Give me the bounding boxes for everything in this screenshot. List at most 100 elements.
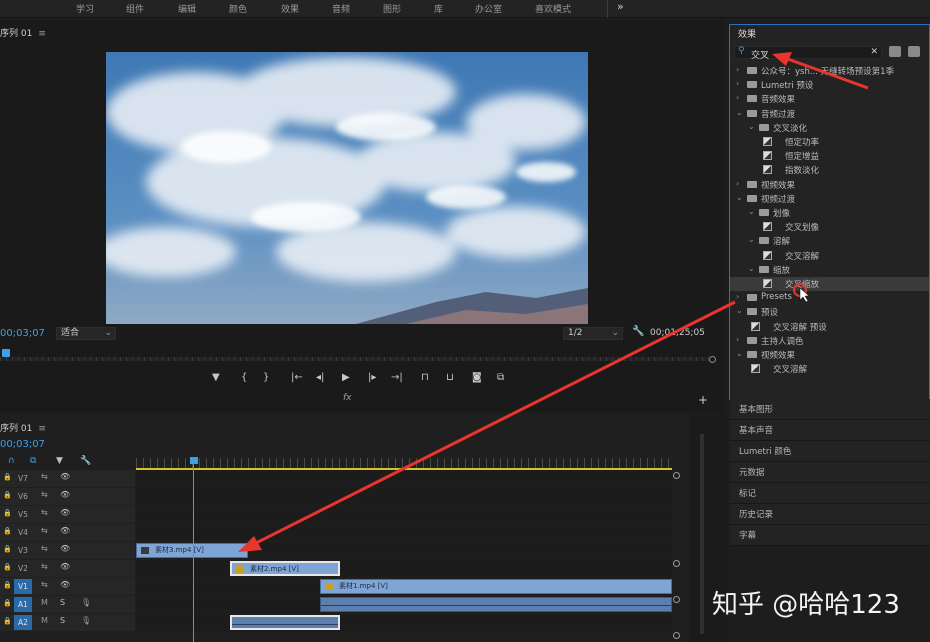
chevron-down-icon[interactable]: ⌄ xyxy=(748,122,755,131)
zoom-fit-select[interactable]: 适合 ⌄ xyxy=(56,327,116,340)
track-lane[interactable]: 素材2.mp4 [V] xyxy=(136,560,672,577)
track-lane[interactable] xyxy=(136,506,672,523)
effect-preset[interactable]: 交叉溶解 xyxy=(730,362,929,376)
chevron-down-icon[interactable]: ⌄ xyxy=(748,207,755,216)
effects-folder[interactable]: › 视频效果 xyxy=(730,178,929,192)
chevron-down-icon[interactable]: ⌄ xyxy=(736,306,743,315)
workspace-tab[interactable]: 喜欢模式 xyxy=(535,2,571,15)
sync-lock-icon[interactable]: ⇆ xyxy=(41,562,48,571)
eye-icon[interactable]: 👁 xyxy=(60,490,70,499)
panel-essential-graphics[interactable]: 基本图形 xyxy=(730,399,930,420)
effects-folder[interactable]: › 音频效果 xyxy=(730,92,929,106)
sync-lock-icon[interactable]: ⇆ xyxy=(41,580,48,589)
track-target[interactable]: V6 xyxy=(14,489,32,504)
workspace-tab[interactable]: 音频 xyxy=(332,2,350,15)
lock-icon[interactable]: 🔒 xyxy=(3,473,12,481)
effects-panel-title[interactable]: 效果 xyxy=(738,27,756,40)
effect-preset[interactable]: 指数淡化 xyxy=(730,163,929,177)
settings-wrench-icon[interactable]: 🔧 xyxy=(632,326,644,337)
track-lane[interactable] xyxy=(136,596,672,613)
eye-icon[interactable]: 👁 xyxy=(60,508,70,517)
chevron-down-icon[interactable]: ⌄ xyxy=(736,193,743,202)
mark-in-icon[interactable]: { xyxy=(241,372,247,383)
add-button[interactable]: + xyxy=(698,393,708,407)
play-icon[interactable]: ▶ xyxy=(342,372,350,383)
solo-button[interactable]: S xyxy=(60,598,65,607)
chevron-right-icon[interactable]: › xyxy=(736,79,739,88)
track-target[interactable]: A1 xyxy=(14,597,32,612)
lock-icon[interactable]: 🔒 xyxy=(3,491,12,499)
monitor-scrubber[interactable] xyxy=(0,347,716,363)
lock-icon[interactable]: 🔒 xyxy=(3,563,12,571)
lock-icon[interactable]: 🔒 xyxy=(3,509,12,517)
microphone-icon[interactable]: 🎙 xyxy=(81,598,91,607)
effects-folder[interactable]: › 主持人调色 xyxy=(730,334,929,348)
scrub-rail[interactable] xyxy=(0,357,710,361)
mark-out-icon[interactable]: } xyxy=(263,372,269,383)
track-lane[interactable] xyxy=(136,488,672,505)
video-clip[interactable]: 素材1.mp4 [V] xyxy=(320,579,672,594)
timeline-timecode[interactable]: 00;03;07 xyxy=(0,439,45,450)
workspace-tab[interactable]: 编辑 xyxy=(178,2,196,15)
track-target[interactable]: A2 xyxy=(14,615,32,630)
effect-preset[interactable]: 恒定功率 xyxy=(730,135,929,149)
panel-essential-sound[interactable]: 基本声音 xyxy=(730,420,930,441)
track-zoom-handle[interactable] xyxy=(673,560,680,567)
effects-folder[interactable]: ⌄ 缩放 xyxy=(730,263,929,277)
workspace-tab[interactable]: 库 xyxy=(434,2,443,15)
lock-icon[interactable]: 🔒 xyxy=(3,545,12,553)
chevron-down-icon[interactable]: ⌄ xyxy=(736,108,743,117)
accelerated-effects-filter-icon[interactable] xyxy=(889,46,901,57)
effects-folder[interactable]: ⌄ 音频过渡 xyxy=(730,107,929,121)
timeline-settings-wrench-icon[interactable]: 🔧 xyxy=(80,456,91,466)
effects-folder[interactable]: › Lumetri 预设 xyxy=(730,78,929,92)
effect-preset[interactable]: 交叉溶解 预设 xyxy=(730,320,929,334)
effect-preset[interactable]: 恒定增益 xyxy=(730,149,929,163)
chevron-down-icon[interactable]: ⌄ xyxy=(736,349,743,358)
extract-icon[interactable]: ⊔ xyxy=(446,372,454,383)
go-to-in-icon[interactable]: |← xyxy=(291,372,303,383)
timeline-playhead-marker[interactable] xyxy=(190,457,198,464)
clear-search-icon[interactable]: ✕ xyxy=(870,47,878,57)
panel-markers[interactable]: 标记 xyxy=(730,483,930,504)
zoom-handle[interactable] xyxy=(709,356,716,363)
linked-selection-icon[interactable]: ⧉ xyxy=(30,456,36,466)
monitor-tab[interactable]: 序列 01 ≡ xyxy=(0,26,46,39)
video-clip[interactable]: 素材3.mp4 [V] xyxy=(136,543,248,558)
effects-folder[interactable]: ⌄ 视频效果 xyxy=(730,348,929,362)
workspace-tab[interactable]: 办公室 xyxy=(475,2,502,15)
export-frame-icon[interactable]: ◙ xyxy=(472,372,482,383)
effects-folder[interactable]: › Presets xyxy=(730,291,929,305)
time-ruler[interactable] xyxy=(136,458,672,470)
snap-icon[interactable]: ∩ xyxy=(8,456,15,466)
chevron-down-icon[interactable]: ⌄ xyxy=(748,235,755,244)
track-zoom-handle[interactable] xyxy=(673,632,680,639)
track-target[interactable]: V2 xyxy=(14,561,32,576)
eye-icon[interactable]: 👁 xyxy=(60,526,70,535)
lock-icon[interactable]: 🔒 xyxy=(3,617,12,625)
track-zoom-handle[interactable] xyxy=(673,596,680,603)
panel-lumetri-color[interactable]: Lumetri 颜色 xyxy=(730,441,930,462)
workspace-tab[interactable]: 颜色 xyxy=(229,2,247,15)
mute-button[interactable]: M xyxy=(41,616,48,625)
video-clip[interactable]: 素材2.mp4 [V] xyxy=(230,561,340,576)
chevron-right-icon[interactable]: › xyxy=(736,65,739,74)
track-lane[interactable] xyxy=(136,524,672,541)
panel-metadata[interactable]: 元数据 xyxy=(730,462,930,483)
more-workspaces-icon[interactable]: » xyxy=(617,0,624,13)
chevron-down-icon[interactable]: ⌄ xyxy=(748,264,755,273)
eye-icon[interactable]: 👁 xyxy=(60,472,70,481)
mute-button[interactable]: M xyxy=(41,598,48,607)
track-zoom-handle[interactable] xyxy=(673,472,680,479)
eye-icon[interactable]: 👁 xyxy=(60,544,70,553)
sync-lock-icon[interactable]: ⇆ xyxy=(41,472,48,481)
effects-folder[interactable]: › 公众号：ysh... 无缝转场预设第1季 xyxy=(730,64,929,78)
step-back-icon[interactable]: ◂| xyxy=(316,372,324,383)
timeline-tab[interactable]: 序列 01 ≡ xyxy=(0,421,46,434)
button-editor-icon[interactable]: ⧉ xyxy=(497,372,504,383)
track-target[interactable]: V4 xyxy=(14,525,32,540)
playhead-marker[interactable] xyxy=(2,349,10,357)
lift-icon[interactable]: ⊓ xyxy=(421,372,429,383)
track-lane[interactable]: 素材1.mp4 [V] xyxy=(136,578,672,595)
chevron-right-icon[interactable]: › xyxy=(736,179,739,188)
